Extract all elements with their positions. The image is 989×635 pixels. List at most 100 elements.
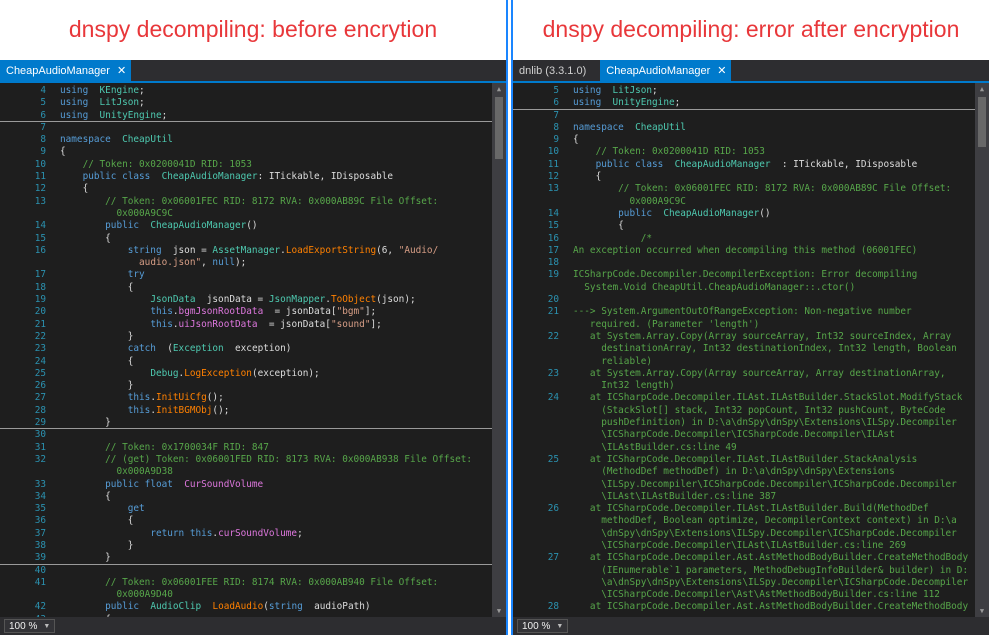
code-text: 0x000A9C9C — [60, 208, 172, 220]
scroll-down-icon[interactable]: ▼ — [975, 605, 989, 617]
left-status-bar: 100 % ▼ — [0, 617, 506, 635]
close-icon[interactable]: ✕ — [717, 64, 726, 77]
code-text: } — [60, 380, 134, 392]
code-token: \ILAstBuilder.cs:line 49 — [573, 441, 737, 453]
code-token: KEngine — [99, 85, 140, 96]
right-scroll-thumb[interactable] — [978, 97, 986, 147]
tab-cheapaudiomanager-right[interactable]: CheapAudioManager ✕ — [600, 60, 732, 81]
right-zoom-select[interactable]: 100 % ▼ — [517, 619, 569, 633]
scroll-up-icon[interactable]: ▲ — [492, 83, 506, 95]
line-number: 27 — [547, 552, 559, 564]
code-token: () — [759, 207, 771, 219]
code-token: // (get) Token: 0x06001FED RID: 8173 RVA… — [105, 453, 473, 465]
line-number: 33 — [34, 478, 46, 490]
code-token: \ICSharpCode.Decompiler\Ast\AstMethodBod… — [573, 589, 940, 601]
code-text: ---> System.ArgumentOutOfRangeException:… — [573, 306, 912, 318]
left-zoom-select[interactable]: 100 % ▼ — [4, 619, 56, 633]
line-number: 28 — [547, 601, 559, 613]
code-token: at System.Array.Copy(Array sourceArray, … — [573, 330, 952, 342]
code-token: ; — [139, 85, 145, 96]
close-icon[interactable]: ✕ — [117, 64, 126, 77]
line-number: 25 — [34, 367, 46, 379]
code-token: ToObject — [330, 294, 377, 306]
code-text: \ICSharpCode.Decompiler\ILAst\ILAstBuild… — [573, 540, 906, 552]
code-line: 0x000A9C9C — [513, 196, 975, 208]
code-text: using LitJson; — [573, 85, 658, 97]
line-number: 7 — [553, 109, 559, 121]
tab-cheapaudiomanager-left[interactable]: CheapAudioManager ✕ — [0, 60, 132, 81]
line-number: 5 — [553, 85, 559, 96]
code-line: 31 // Token: 0x1700034F RID: 847 — [0, 442, 492, 454]
code-token: catch — [127, 343, 156, 355]
code-token: 0x000A9C9C — [629, 195, 686, 207]
code-line: 27 at ICSharpCode.Decompiler.Ast.AstMeth… — [513, 552, 975, 564]
line-number: 9 — [40, 146, 46, 158]
code-text: System.Void CheapUtil.CheapAudioManager:… — [573, 282, 855, 294]
code-token: UnityEngine — [612, 97, 675, 109]
code-token: \dnSpy\dnSpy\Extensions\ILSpy.Decompiler… — [573, 527, 957, 539]
line-number: 30 — [34, 429, 46, 441]
code-text: using UnityEngine; — [60, 110, 167, 122]
code-line: (MethodDef methodDef) in D:\a\dnSpy\dnSp… — [513, 466, 975, 478]
code-text: public float CurSoundVolume — [60, 479, 263, 491]
line-number: 40 — [34, 564, 46, 576]
code-line: 9{ — [0, 146, 492, 158]
code-line: 22 } — [0, 331, 492, 343]
code-token: "sound" — [330, 318, 371, 330]
line-number: 6 — [40, 109, 46, 121]
code-line: 42 public AudioClip LoadAudio(string aud… — [0, 601, 492, 613]
code-token: get — [127, 503, 145, 515]
code-line: 34 { — [0, 491, 492, 503]
line-number: 15 — [34, 232, 46, 244]
line-number: 11 — [547, 158, 559, 170]
code-line: 25 at ICSharpCode.Decompiler.ILAst.ILAst… — [513, 454, 975, 466]
code-token: pushDefinition) in D:\a\dnSpy\dnSpy\Exte… — [573, 417, 957, 429]
code-text: at System.Array.Copy(Array sourceArray, … — [573, 331, 951, 343]
line-number: 12 — [547, 171, 559, 183]
code-token: { — [60, 232, 111, 244]
tab-label: CheapAudioManager — [6, 64, 110, 77]
right-code-editor[interactable]: 5 using LitJson; 6 using UnityEngine; 7 8 name… — [513, 83, 989, 617]
code-line: \a\dnSpy\dnSpy\Extensions\ILSpy.Decompil… — [513, 577, 975, 589]
code-token: ; — [674, 97, 681, 109]
left-vertical-scrollbar[interactable]: ▲ ▼ — [492, 83, 506, 617]
left-code-editor[interactable]: 4 using KEngine; 5 using LitJson; 6 using Uni… — [0, 83, 506, 617]
right-vertical-scrollbar[interactable]: ▲ ▼ — [975, 83, 989, 617]
code-token: (6, — [376, 244, 399, 256]
line-number: 41 — [34, 576, 46, 588]
code-text: JsonData jsonData = JsonMapper.ToObject(… — [60, 294, 415, 306]
scroll-down-icon[interactable]: ▼ — [492, 605, 506, 617]
code-text: public CheapAudioManager() — [573, 207, 771, 220]
code-line: 14 public CheapAudioManager() — [0, 220, 492, 232]
code-text: } — [60, 540, 134, 552]
code-token: // Token: 0x06001FEE RID: 8174 RVA: 0x00… — [105, 576, 439, 588]
code-token: JsonMapper — [268, 294, 326, 306]
code-text: // Token: 0x06001FEC RID: 8172 RVA: 0x00… — [60, 196, 438, 208]
line-number: 16 — [34, 244, 46, 256]
left-scroll-thumb[interactable] — [495, 97, 503, 159]
code-token: \ICSharpCode.Decompiler\ILAst\ILAstBuild… — [573, 539, 907, 551]
scroll-up-icon[interactable]: ▲ — [975, 83, 989, 95]
code-line: (StackSlot[] stack, Int32 popCount, Int3… — [513, 405, 975, 417]
code-text: at System.Array.Copy(Array sourceArray, … — [573, 368, 946, 380]
code-text: at ICSharpCode.Decompiler.Ast.AstMethodB… — [573, 601, 968, 613]
right-code-lines: 5 using LitJson; 6 using UnityEngine; 7 8 name… — [513, 85, 975, 614]
code-token: this — [150, 318, 173, 330]
tab-dnlib[interactable]: dnlib (3.3.1.0) — [513, 60, 600, 81]
code-token: LoadAudio — [212, 601, 264, 613]
code-line: 41 // Token: 0x06001FEE RID: 8174 RVA: 0… — [0, 577, 492, 589]
line-number: 18 — [547, 257, 559, 269]
code-token: AudioClip — [150, 601, 202, 613]
line-number: 16 — [547, 232, 559, 244]
code-token: (); — [212, 404, 230, 416]
code-line: 12 { — [513, 171, 975, 183]
code-token: /* — [640, 232, 653, 244]
